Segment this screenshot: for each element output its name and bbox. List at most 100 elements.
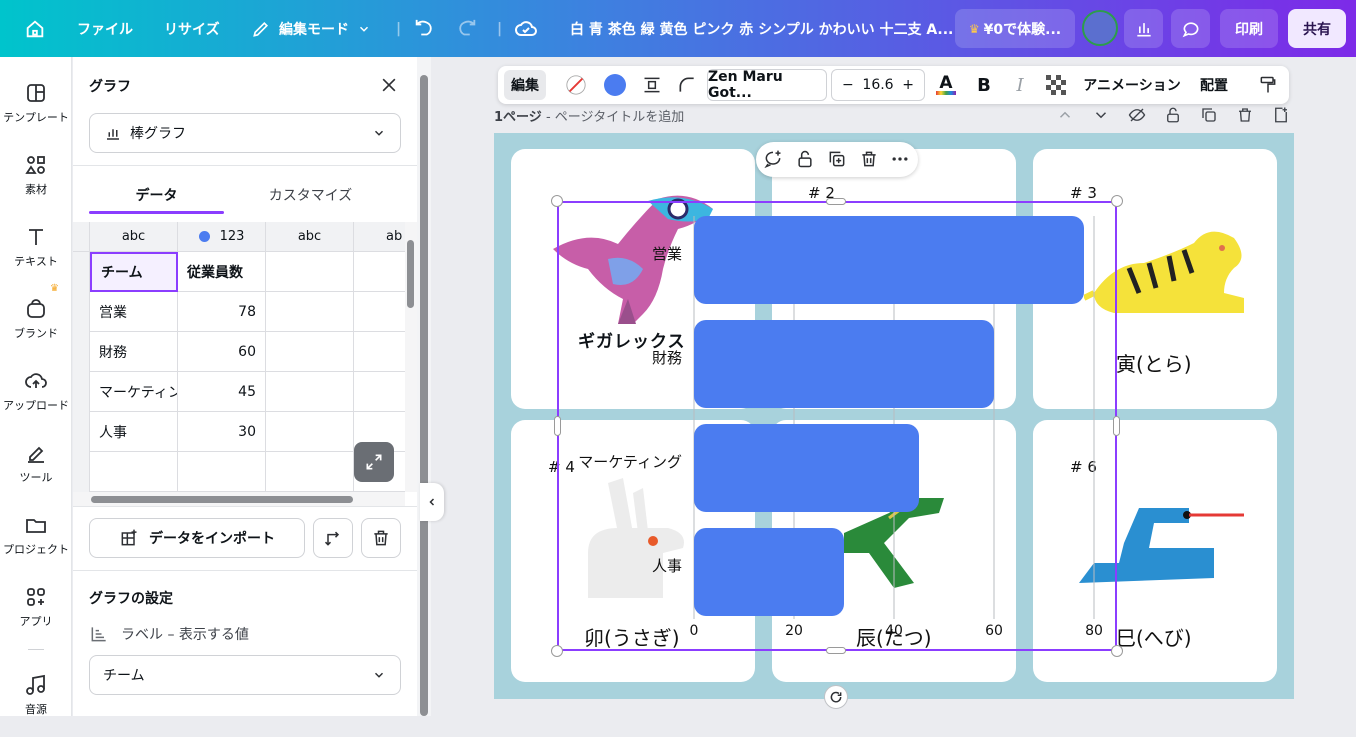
crown-icon: ♛ — [50, 283, 59, 294]
print-button[interactable]: 印刷 — [1220, 9, 1278, 48]
grid-cell[interactable] — [90, 452, 178, 492]
column-header[interactable]: 123 — [178, 222, 266, 252]
position-button[interactable]: 配置 — [1194, 66, 1234, 104]
grid-cell[interactable] — [266, 372, 354, 412]
grid-cell[interactable]: 財務 — [90, 332, 178, 372]
paint-format-icon[interactable] — [1255, 66, 1281, 104]
grid-cell[interactable]: マーケティング — [90, 372, 178, 412]
grid-cell[interactable]: 60 — [178, 332, 266, 372]
chart-type-select[interactable]: 棒グラフ — [89, 113, 401, 153]
cloud-saved-icon[interactable] — [514, 0, 538, 57]
bold-icon[interactable]: B — [970, 66, 998, 104]
tab-data[interactable]: データ — [89, 177, 224, 213]
import-data-button[interactable]: データをインポート — [89, 518, 305, 558]
color-swatch[interactable] — [597, 66, 633, 104]
tab-customize[interactable]: カスタマイズ — [243, 177, 378, 213]
lock-icon[interactable] — [795, 149, 815, 169]
resize-handle[interactable] — [1111, 645, 1123, 657]
add-page-icon[interactable] — [1272, 106, 1290, 124]
sidebar-item-tools[interactable]: ツール — [0, 435, 72, 505]
duplicate-icon[interactable] — [1200, 106, 1218, 124]
avatar[interactable] — [1082, 10, 1118, 46]
panel-scrollbar[interactable] — [417, 57, 431, 716]
edit-button[interactable]: 編集 — [504, 70, 546, 100]
sidebar-item-brand[interactable]: ♛ ブランド — [0, 283, 72, 361]
duplicate-icon[interactable] — [827, 149, 847, 169]
sidebar-item-text[interactable]: テキスト — [0, 219, 72, 289]
transparency-icon[interactable] — [1042, 66, 1070, 104]
grid-cell[interactable]: 人事 — [90, 412, 178, 452]
increase-icon[interactable]: + — [902, 77, 914, 93]
page-title-input[interactable]: ページタイトルを追加 — [555, 110, 684, 125]
resize-handle[interactable] — [826, 647, 846, 654]
file-menu[interactable]: ファイル — [77, 0, 133, 57]
hide-icon[interactable] — [1128, 106, 1146, 124]
column-header[interactable]: abc — [90, 222, 178, 252]
label-value-select[interactable]: チーム — [89, 655, 401, 695]
animation-button[interactable]: アニメーション — [1082, 66, 1182, 104]
chevron-up-icon[interactable] — [1056, 106, 1074, 124]
bar-chart-icon — [107, 129, 119, 140]
lock-icon[interactable] — [1164, 106, 1182, 124]
trash-icon[interactable] — [859, 149, 879, 169]
spacing-icon[interactable] — [636, 66, 668, 104]
analytics-icon[interactable] — [1124, 9, 1163, 48]
grid-cell[interactable] — [178, 452, 266, 492]
share-button[interactable]: 共有 — [1288, 9, 1346, 48]
trash-icon[interactable] — [1236, 106, 1254, 124]
redo-icon[interactable] — [456, 0, 478, 57]
resize-handle[interactable] — [551, 195, 563, 207]
home-icon[interactable] — [24, 0, 46, 57]
sidebar-item-projects[interactable]: プロジェクト — [0, 507, 72, 577]
sidebar-item-music[interactable]: 音源 — [0, 667, 72, 737]
grid-cell[interactable] — [266, 292, 354, 332]
grid-cell[interactable]: 営業 — [90, 292, 178, 332]
resize-menu[interactable]: リサイズ — [164, 0, 220, 57]
corner-radius-icon[interactable] — [671, 66, 703, 104]
undo-icon[interactable] — [413, 0, 435, 57]
sidebar-item-upload[interactable]: アップロード — [0, 363, 72, 433]
sidebar-item-elements[interactable]: 素材 — [0, 147, 72, 217]
font-family-select[interactable]: Zen Maru Got... — [707, 69, 827, 101]
add-comment-icon[interactable] — [763, 149, 783, 169]
grid-cell[interactable]: 30 — [178, 412, 266, 452]
decrease-icon[interactable]: − — [842, 77, 854, 93]
close-icon[interactable] — [379, 75, 399, 99]
rotate-icon[interactable] — [824, 685, 848, 709]
grid-cell[interactable] — [266, 412, 354, 452]
edit-mode-menu[interactable]: 編集モード — [251, 0, 371, 57]
no-color-icon[interactable] — [558, 66, 594, 104]
resize-handle[interactable] — [1111, 195, 1123, 207]
comment-icon[interactable] — [1171, 9, 1210, 48]
page-number: 1ページ — [494, 110, 542, 125]
grid-cell[interactable]: 45 — [178, 372, 266, 412]
chevron-down-icon[interactable] — [1092, 106, 1110, 124]
grid-cell[interactable]: 78 — [178, 292, 266, 332]
grid-cell[interactable] — [266, 452, 354, 492]
grid-vertical-scrollbar[interactable] — [405, 222, 417, 492]
grid-cell[interactable] — [266, 332, 354, 372]
sidebar-item-templates[interactable]: テンプレート — [0, 75, 72, 145]
sidebar-item-apps[interactable]: アプリ — [0, 579, 72, 649]
free-trial-button[interactable]: ♛ ¥0で体験... — [955, 9, 1075, 48]
label-setting: ラベル – 表示する値 — [89, 624, 249, 644]
column-header[interactable]: abc — [266, 222, 354, 252]
font-size-stepper[interactable]: − 16.6 + — [831, 69, 925, 101]
grid-cell[interactable] — [266, 252, 354, 292]
document-title[interactable]: 白 青 茶色 緑 黄色 ピンク 赤 シンプル かわいい 十二支 A... — [570, 0, 953, 57]
text-color-icon[interactable]: A — [932, 66, 960, 104]
resize-handle[interactable] — [826, 198, 846, 205]
more-icon[interactable] — [890, 149, 910, 169]
font-size-value[interactable]: 16.6 — [862, 77, 893, 93]
italic-icon[interactable]: I — [1006, 66, 1034, 104]
resize-handle[interactable] — [551, 645, 563, 657]
grid-horizontal-scrollbar[interactable] — [73, 492, 405, 506]
resize-handle[interactable] — [554, 416, 561, 436]
grid-cell[interactable]: チーム — [90, 252, 178, 292]
resize-handle[interactable] — [1113, 416, 1120, 436]
expand-icon[interactable] — [354, 442, 394, 482]
trash-icon[interactable] — [361, 518, 401, 558]
transpose-icon[interactable] — [313, 518, 353, 558]
collapse-panel-icon[interactable] — [420, 483, 444, 521]
grid-cell[interactable]: 従業員数 — [178, 252, 266, 292]
